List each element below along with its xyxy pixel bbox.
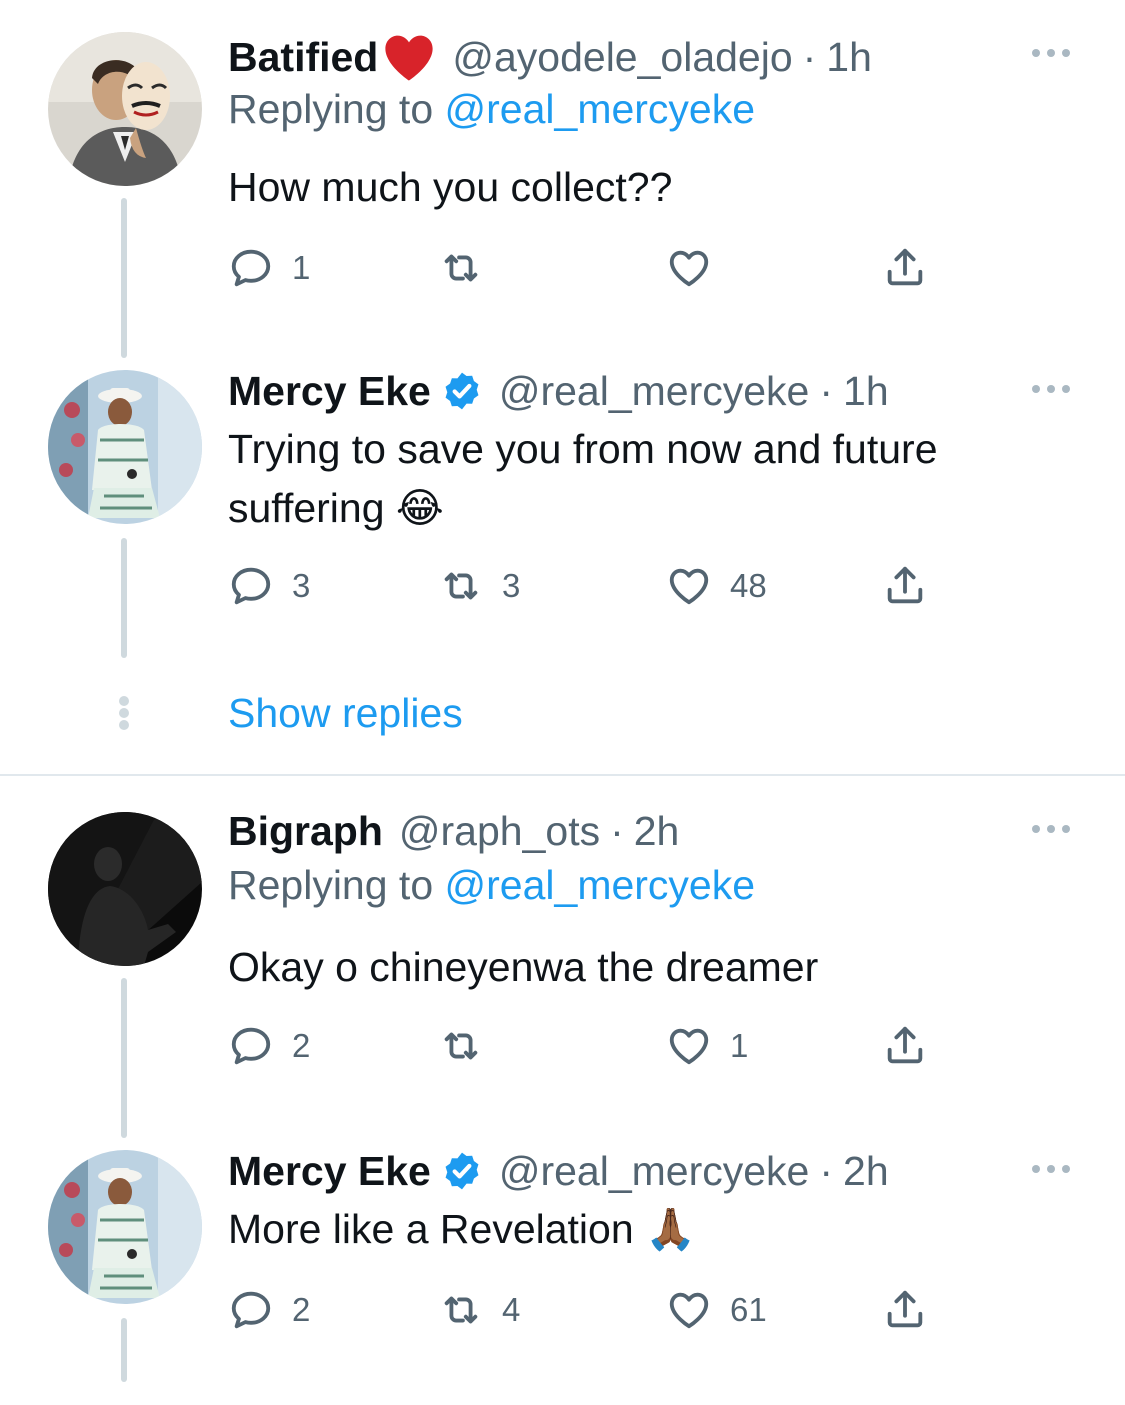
more-options-icon[interactable]: [1029, 822, 1073, 836]
reply-count: 1: [292, 249, 311, 286]
timestamp[interactable]: 2h: [634, 808, 680, 855]
replying-to-label: Replying to: [228, 862, 434, 908]
thread-divider: [0, 774, 1125, 776]
more-options-icon[interactable]: [1029, 1162, 1073, 1176]
user-handle[interactable]: @real_mercyeke: [499, 368, 810, 415]
tweet-text: More like a Revelation 🙏🏾: [228, 1206, 697, 1252]
user-handle[interactable]: @ayodele_oladejo: [452, 34, 792, 81]
reply-button[interactable]: 3: [228, 558, 310, 614]
retweet-icon: [438, 1287, 484, 1333]
reply-button[interactable]: 2: [228, 1282, 310, 1338]
action-bar: 1: [228, 240, 948, 296]
like-icon: [666, 245, 712, 291]
verified-badge-icon: [441, 370, 483, 412]
user-handle[interactable]: @raph_ots: [399, 808, 600, 855]
share-icon: [882, 563, 928, 609]
timestamp[interactable]: 1h: [843, 368, 889, 415]
seated-woman-avatar[interactable]: [48, 370, 202, 524]
like-button[interactable]: [666, 240, 730, 296]
more-options-icon[interactable]: [1029, 46, 1073, 60]
share-button[interactable]: [882, 1018, 928, 1074]
red-heart-emoji-icon: [382, 32, 436, 82]
tweet-text: Trying to save you from now and future s…: [228, 426, 938, 531]
retweet-icon: [438, 563, 484, 609]
retweet-button[interactable]: 3: [438, 558, 520, 614]
share-icon: [882, 245, 928, 291]
action-bar: 2 1: [228, 1018, 948, 1074]
reply-button[interactable]: 1: [228, 240, 310, 296]
retweet-button[interactable]: [438, 240, 502, 296]
tweet-text: Okay o chineyenwa the dreamer: [228, 944, 819, 990]
thread-connector-line: [121, 198, 127, 358]
like-count: 61: [730, 1291, 767, 1328]
like-icon: [666, 1287, 712, 1333]
replying-to-line: Replying to @real_mercyeke: [228, 862, 755, 909]
retweet-count: 4: [502, 1291, 521, 1328]
action-bar: 2 4 61: [228, 1282, 948, 1338]
like-icon: [666, 1023, 712, 1069]
reply-count: 3: [292, 567, 311, 604]
replying-to-line: Replying to @real_mercyeke: [228, 86, 755, 133]
reply-count: 2: [292, 1027, 311, 1064]
display-name[interactable]: Mercy Eke: [228, 368, 431, 415]
separator-dot: ·: [610, 807, 624, 854]
tweet-header: Bigraph @raph_ots · 2h: [228, 802, 679, 860]
thread-connector-line: [121, 1318, 127, 1382]
tweet[interactable]: Mercy Eke @real_mercyeke · 2h More like …: [0, 1142, 1125, 1405]
retweet-button[interactable]: [438, 1018, 502, 1074]
reply-icon: [228, 563, 274, 609]
replying-to-mention[interactable]: @real_mercyeke: [445, 862, 756, 908]
timestamp[interactable]: 2h: [843, 1148, 889, 1195]
dark-silhouette-avatar[interactable]: [48, 812, 202, 966]
like-button[interactable]: 61: [666, 1282, 767, 1338]
display-name[interactable]: Mercy Eke: [228, 1148, 431, 1195]
separator-dot: ·: [802, 33, 817, 80]
retweet-icon: [438, 1023, 484, 1069]
share-icon: [882, 1287, 928, 1333]
like-button[interactable]: 1: [666, 1018, 748, 1074]
seated-woman-avatar[interactable]: [48, 1150, 202, 1304]
tweet-header: Mercy Eke @real_mercyeke · 1h: [228, 362, 889, 420]
reply-button[interactable]: 2: [228, 1018, 310, 1074]
action-bar: 3 3 48: [228, 558, 948, 614]
separator-dot: ·: [819, 1147, 834, 1194]
retweet-button[interactable]: 4: [438, 1282, 520, 1338]
reply-icon: [228, 1023, 274, 1069]
more-options-icon[interactable]: [1029, 382, 1073, 396]
masked-man-avatar[interactable]: [48, 32, 202, 186]
tweet-header: Mercy Eke @real_mercyeke · 2h: [228, 1142, 889, 1200]
verified-badge-icon: [441, 1150, 483, 1192]
separator-dot: ·: [819, 367, 834, 414]
tweet[interactable]: Batified @ayodele_oladejo · 1h Replying …: [0, 22, 1125, 362]
share-icon: [882, 1023, 928, 1069]
thread-connector-line: [121, 978, 127, 1138]
user-handle[interactable]: @real_mercyeke: [499, 1148, 810, 1195]
reply-icon: [228, 245, 274, 291]
retweet-icon: [438, 245, 484, 291]
show-replies-link[interactable]: Show replies: [228, 690, 463, 737]
display-name[interactable]: Bigraph: [228, 808, 383, 855]
display-name[interactable]: Batified: [228, 34, 378, 81]
tweet-header: Batified @ayodele_oladejo · 1h: [228, 28, 872, 86]
tweet[interactable]: Mercy Eke @real_mercyeke · 1h Trying to …: [0, 362, 1125, 662]
more-replies-dots-icon: [119, 696, 129, 730]
like-button[interactable]: 48: [666, 558, 767, 614]
like-icon: [666, 563, 712, 609]
reply-icon: [228, 1287, 274, 1333]
tweet-text: How much you collect??: [228, 164, 673, 210]
replying-to-label: Replying to: [228, 86, 434, 132]
thread-connector-line: [121, 538, 127, 658]
share-button[interactable]: [882, 240, 928, 296]
share-button[interactable]: [882, 558, 928, 614]
like-count: 1: [730, 1027, 749, 1064]
share-button[interactable]: [882, 1282, 928, 1338]
timestamp[interactable]: 1h: [826, 34, 872, 81]
replying-to-mention[interactable]: @real_mercyeke: [445, 86, 756, 132]
reply-count: 2: [292, 1291, 311, 1328]
retweet-count: 3: [502, 567, 521, 604]
like-count: 48: [730, 567, 767, 604]
tweet[interactable]: Bigraph @raph_ots · 2h Replying to @real…: [0, 802, 1125, 1142]
